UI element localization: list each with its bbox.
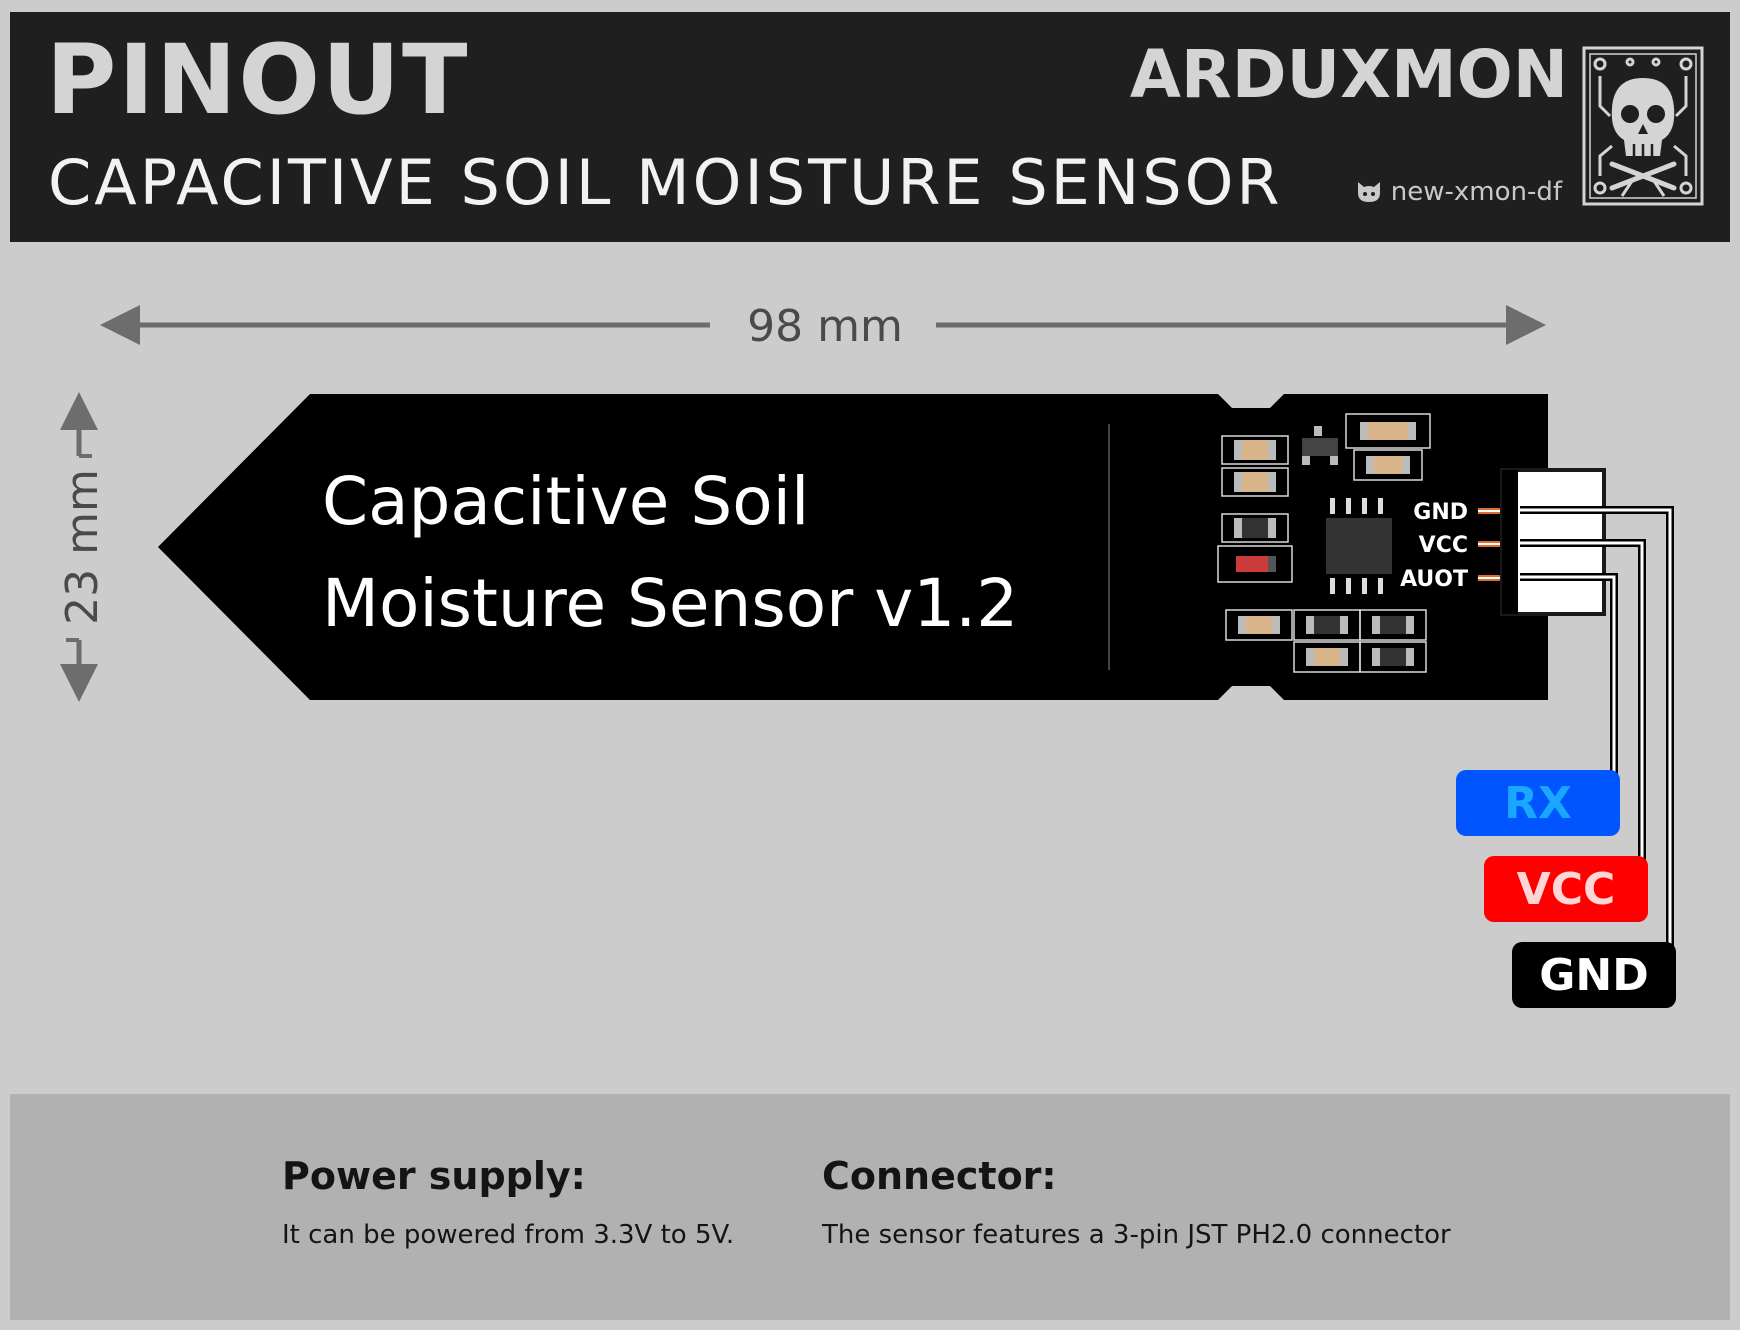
wire-label-rx: RX xyxy=(1456,770,1620,836)
board-label-line2: Moisture Sensor v1.2 xyxy=(322,565,1018,642)
width-label: 23 mm xyxy=(57,469,108,625)
power-supply-section: Power supply: It can be powered from 3.3… xyxy=(282,1154,734,1250)
wire-label-rx-text: RX xyxy=(1504,778,1572,829)
pin-label-auot: AUOT xyxy=(1400,567,1468,592)
length-label: 98 mm xyxy=(747,301,903,352)
wire-label-gnd-text: GND xyxy=(1539,950,1648,1001)
connector-text: The sensor features a 3-pin JST PH2.0 co… xyxy=(822,1220,1451,1250)
board-label-line1: Capacitive Soil xyxy=(322,463,809,540)
wire-label-vcc: VCC xyxy=(1484,856,1648,922)
power-supply-text: It can be powered from 3.3V to 5V. xyxy=(282,1220,735,1250)
connector-section: Connector: The sensor features a 3-pin J… xyxy=(822,1154,1451,1250)
pin-label-vcc: VCC xyxy=(1419,533,1468,558)
pin-label-gnd: GND xyxy=(1413,500,1468,525)
info-footer: Power supply: It can be powered from 3.3… xyxy=(10,1094,1730,1320)
wire-label-gnd: GND xyxy=(1512,942,1676,1008)
wire-label-vcc-text: VCC xyxy=(1517,864,1616,915)
connector-heading: Connector: xyxy=(822,1154,1057,1198)
power-supply-heading: Power supply: xyxy=(282,1154,586,1198)
